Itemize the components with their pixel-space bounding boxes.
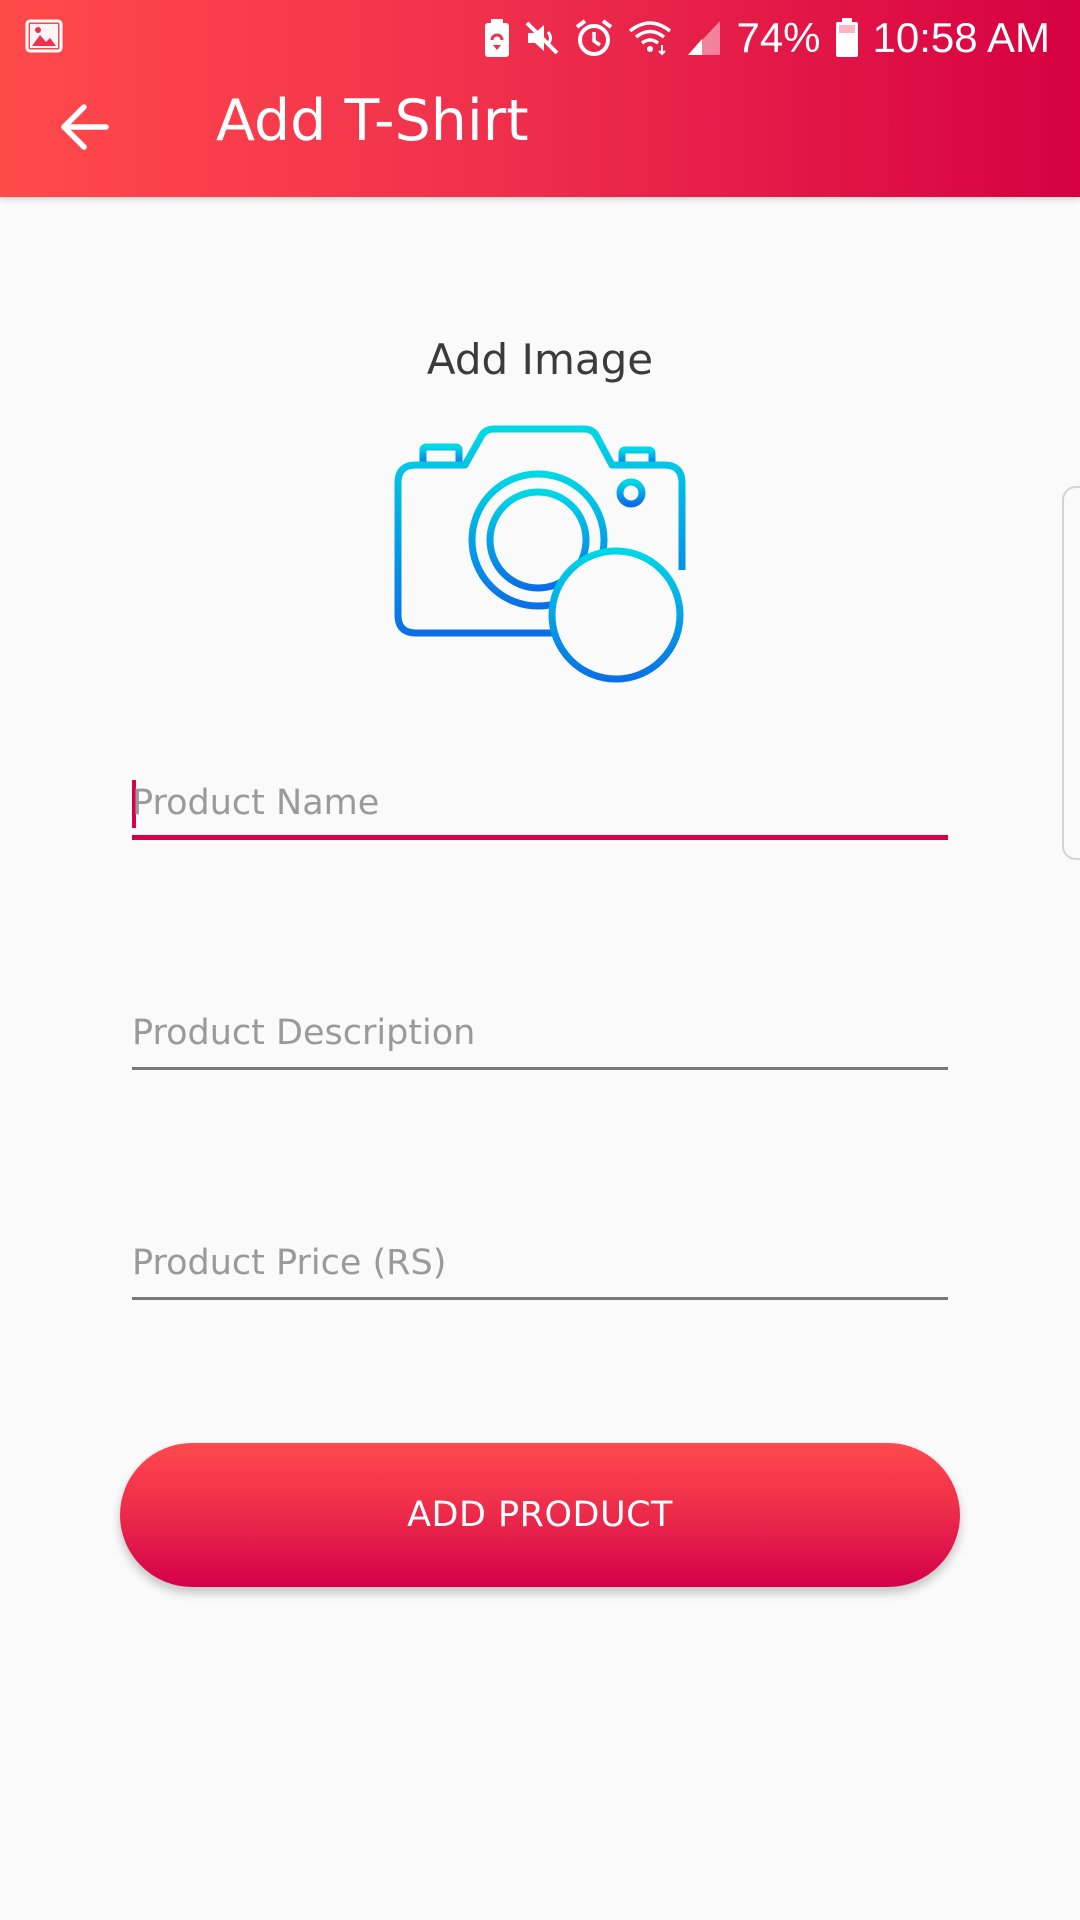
page-title: Add T-Shirt: [216, 88, 529, 154]
toolbar: Add T-Shirt: [0, 75, 1080, 197]
app-screen: 74% 10:58 AM Add T-Shirt Add Image Produ…: [0, 0, 1080, 1920]
back-button[interactable]: [44, 87, 124, 167]
product-name-underline: [132, 835, 948, 840]
battery-saver-icon: [484, 18, 510, 58]
alarm-icon: [574, 18, 614, 58]
product-description-placeholder: Product Description: [132, 1013, 476, 1053]
add-image-button[interactable]: [394, 420, 686, 685]
product-name-placeholder: Product Name: [132, 783, 380, 823]
battery-percent: 74%: [736, 14, 821, 61]
battery-icon: [835, 18, 859, 58]
edge-panel-handle[interactable]: [1062, 486, 1080, 860]
gallery-icon: [24, 16, 64, 56]
add-product-label: ADD PRODUCT: [407, 1495, 673, 1535]
camera-add-icon: [394, 425, 686, 683]
product-description-underline: [132, 1067, 948, 1070]
app-header: 74% 10:58 AM Add T-Shirt: [0, 0, 1080, 197]
clock: 10:58 AM: [872, 14, 1050, 61]
status-bar: 74% 10:58 AM: [0, 0, 1080, 75]
product-price-input[interactable]: Product Price (RS): [132, 1230, 948, 1300]
signal-icon: [686, 19, 722, 57]
wifi-icon: [628, 19, 672, 57]
status-icons: 74% 10:58 AM: [484, 10, 1050, 66]
product-price-underline: [132, 1297, 948, 1300]
product-name-input[interactable]: Product Name: [132, 770, 948, 840]
mute-icon: [524, 20, 560, 56]
product-price-placeholder: Product Price (RS): [132, 1243, 447, 1283]
add-product-button[interactable]: ADD PRODUCT: [120, 1443, 960, 1587]
arrow-left-icon: [61, 104, 109, 150]
add-image-label: Add Image: [426, 335, 654, 384]
product-description-input[interactable]: Product Description: [132, 1000, 948, 1070]
